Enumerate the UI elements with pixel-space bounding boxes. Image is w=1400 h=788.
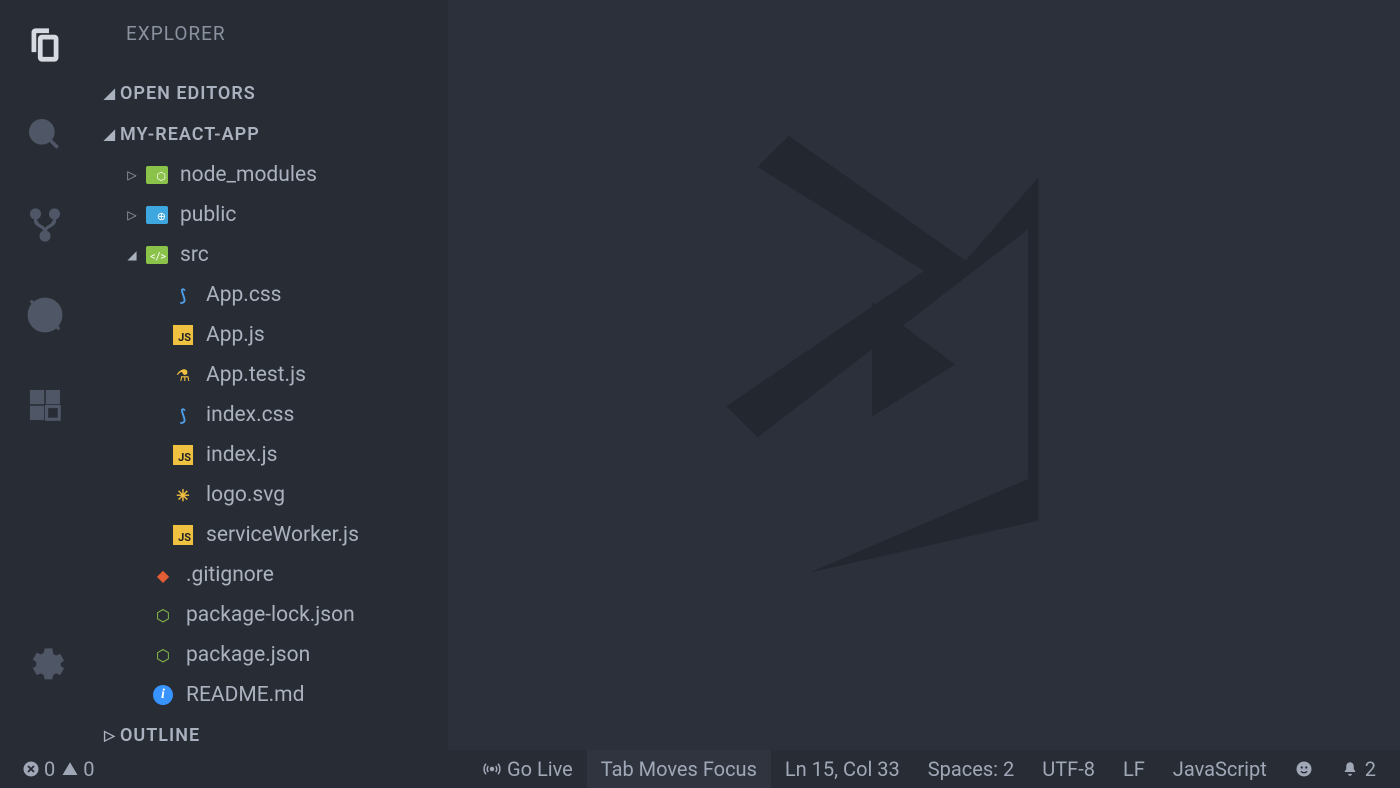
status-feedback[interactable]: [1281, 750, 1327, 788]
git-file-icon: ◆: [152, 564, 174, 586]
file-label: src: [180, 243, 209, 267]
file-app-css[interactable]: ⟆ App.css: [90, 275, 448, 315]
css-file-icon: ⟆: [172, 284, 194, 306]
activity-bar: [0, 0, 90, 750]
error-count: 0: [44, 757, 55, 781]
folder-icon: ⊕: [146, 204, 168, 226]
file-index-css[interactable]: ⟆ index.css: [90, 395, 448, 435]
file-gitignore[interactable]: ◆ .gitignore: [90, 555, 448, 595]
broadcast-icon: [483, 760, 501, 778]
spaces-label: Spaces: 2: [928, 757, 1014, 781]
js-file-icon: JS: [172, 324, 194, 346]
outline-section[interactable]: ▷ OUTLINE: [90, 715, 448, 750]
settings-gear-icon[interactable]: [20, 640, 70, 690]
warning-icon: [61, 760, 79, 778]
node-file-icon: ⬡: [152, 644, 174, 666]
folder-icon: </>: [146, 244, 168, 266]
open-editors-section[interactable]: ◢ OPEN EDITORS: [90, 73, 448, 114]
file-label: serviceWorker.js: [206, 523, 359, 547]
warning-count: 0: [83, 757, 94, 781]
status-go-live[interactable]: Go Live: [469, 750, 587, 788]
chevron-right-icon: ▷: [124, 168, 140, 182]
vscode-watermark-icon: [664, 115, 1184, 635]
folder-public[interactable]: ▷ ⊕ public: [90, 195, 448, 235]
file-readme[interactable]: i README.md: [90, 675, 448, 715]
status-encoding[interactable]: UTF-8: [1028, 750, 1109, 788]
chevron-right-icon: ▷: [124, 208, 140, 222]
cursor-label: Ln 15, Col 33: [785, 757, 900, 781]
file-label: logo.svg: [206, 483, 285, 507]
file-label: .gitignore: [186, 563, 274, 587]
editor-area: [448, 0, 1400, 750]
file-label: App.js: [206, 323, 265, 347]
tab-moves-label: Tab Moves Focus: [601, 757, 757, 781]
go-live-label: Go Live: [507, 757, 573, 781]
file-tree: ▷ ⬡ node_modules ▷ ⊕ public ◢ </> src ⟆ …: [90, 155, 448, 715]
open-editors-label: OPEN EDITORS: [120, 83, 256, 104]
file-package-json[interactable]: ⬡ package.json: [90, 635, 448, 675]
explorer-activity-icon[interactable]: [20, 20, 70, 70]
status-language[interactable]: JavaScript: [1159, 750, 1281, 788]
error-icon: [22, 760, 40, 778]
bell-icon: [1341, 760, 1359, 778]
notification-count: 2: [1365, 757, 1376, 781]
status-eol[interactable]: LF: [1109, 750, 1159, 788]
project-label: MY-REACT-APP: [120, 124, 260, 145]
folder-node-modules[interactable]: ▷ ⬡ node_modules: [90, 155, 448, 195]
search-activity-icon[interactable]: [20, 110, 70, 160]
status-indentation[interactable]: Spaces: 2: [914, 750, 1028, 788]
explorer-sidebar: EXPLORER ◢ OPEN EDITORS ◢ MY-REACT-APP ▷…: [90, 0, 448, 750]
status-cursor-position[interactable]: Ln 15, Col 33: [771, 750, 914, 788]
folder-src[interactable]: ◢ </> src: [90, 235, 448, 275]
file-index-js[interactable]: JS index.js: [90, 435, 448, 475]
sidebar-title: EXPLORER: [90, 22, 448, 45]
js-file-icon: JS: [172, 444, 194, 466]
node-file-icon: ⬡: [152, 604, 174, 626]
status-notifications[interactable]: 2: [1327, 750, 1390, 788]
file-app-test[interactable]: ⚗ App.test.js: [90, 355, 448, 395]
debug-activity-icon[interactable]: [20, 290, 70, 340]
chevron-right-icon: ▷: [100, 728, 120, 744]
file-label: index.js: [206, 443, 278, 467]
file-label: index.css: [206, 403, 294, 427]
file-service-worker[interactable]: JS serviceWorker.js: [90, 515, 448, 555]
file-app-js[interactable]: JS App.js: [90, 315, 448, 355]
js-file-icon: JS: [172, 524, 194, 546]
test-file-icon: ⚗: [172, 364, 194, 386]
status-problems[interactable]: 0 0: [18, 750, 109, 788]
file-label: App.test.js: [206, 363, 306, 387]
smiley-icon: [1295, 760, 1313, 778]
file-label: node_modules: [180, 163, 317, 187]
info-file-icon: i: [152, 684, 174, 706]
chevron-down-icon: ◢: [100, 127, 120, 143]
outline-label: OUTLINE: [120, 725, 200, 746]
file-label: public: [180, 203, 236, 227]
file-label: package.json: [186, 643, 310, 667]
file-label: App.css: [206, 283, 282, 307]
chevron-down-icon: ◢: [100, 86, 120, 102]
file-package-lock[interactable]: ⬡ package-lock.json: [90, 595, 448, 635]
file-label: package-lock.json: [186, 603, 355, 627]
chevron-down-icon: ◢: [124, 248, 140, 262]
svg-file-icon: ✳: [172, 484, 194, 506]
eol-label: LF: [1123, 757, 1145, 781]
source-control-activity-icon[interactable]: [20, 200, 70, 250]
status-bar: 0 0 Go Live Tab Moves Focus Ln 15, Col 3…: [0, 750, 1400, 788]
file-logo-svg[interactable]: ✳ logo.svg: [90, 475, 448, 515]
encoding-label: UTF-8: [1042, 757, 1095, 781]
extensions-activity-icon[interactable]: [20, 380, 70, 430]
language-label: JavaScript: [1173, 757, 1267, 781]
file-label: README.md: [186, 683, 304, 707]
folder-icon: ⬡: [146, 164, 168, 186]
css-file-icon: ⟆: [172, 404, 194, 426]
status-tab-moves-focus[interactable]: Tab Moves Focus: [587, 750, 771, 788]
project-section[interactable]: ◢ MY-REACT-APP: [90, 114, 448, 155]
